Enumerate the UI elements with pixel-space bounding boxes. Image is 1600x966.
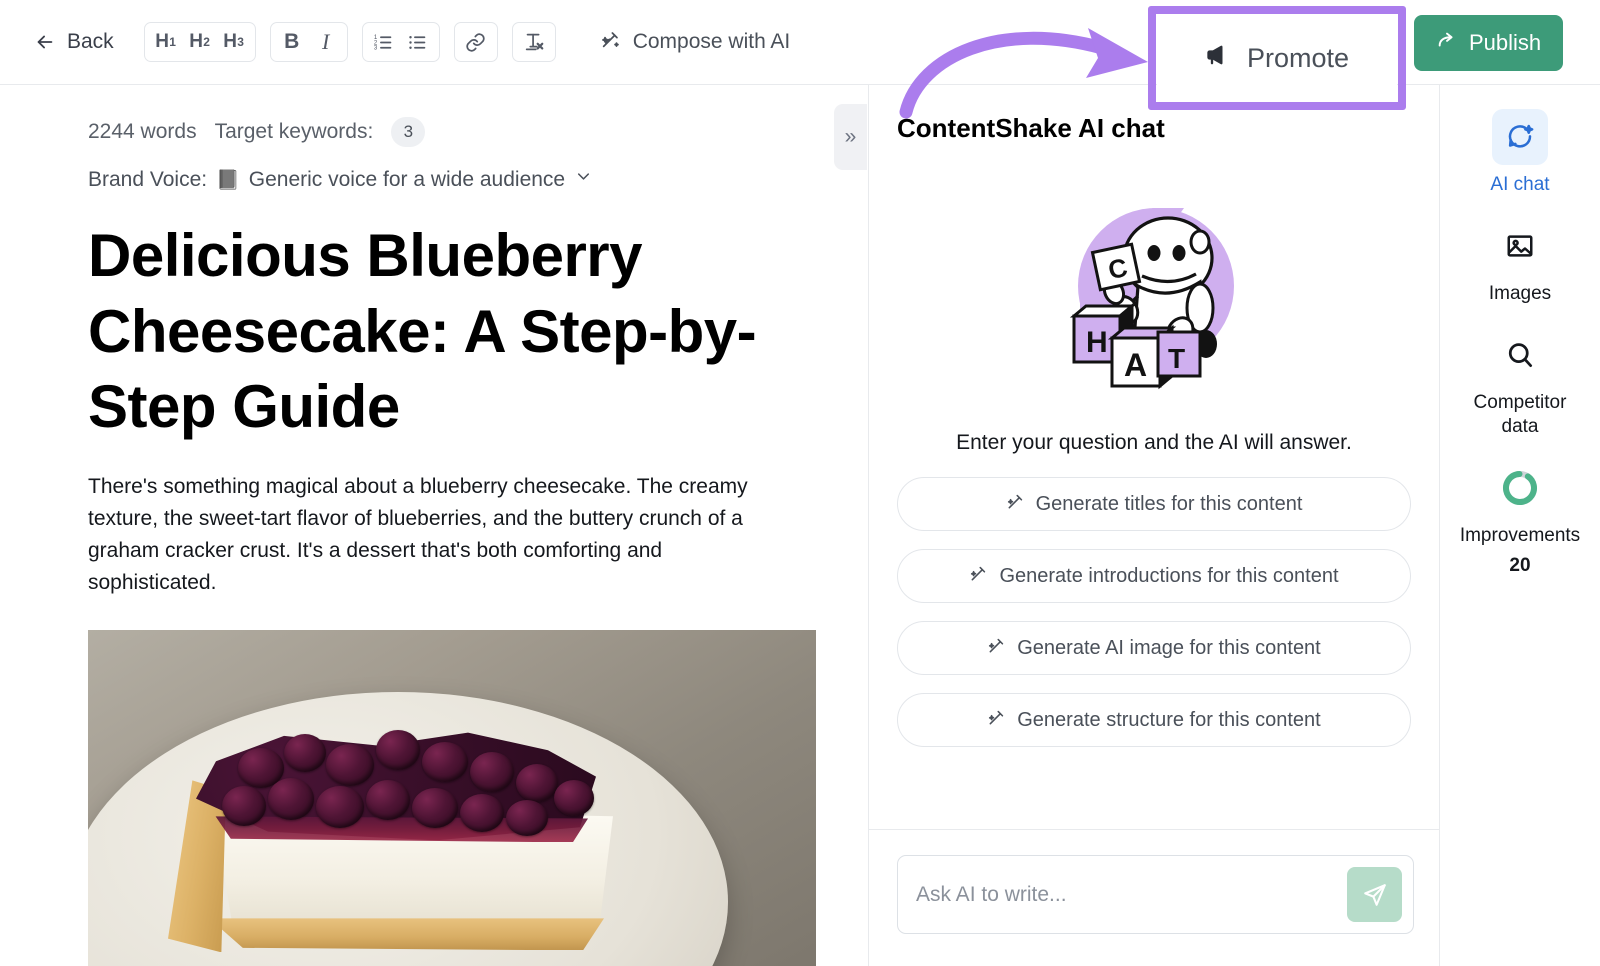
back-label: Back	[67, 30, 114, 53]
chat-hero-illustration: C H A T	[1034, 186, 1274, 411]
collapse-panel-button[interactable]: »	[834, 104, 867, 170]
sidebar-item-ai-chat[interactable]: AI chat	[1455, 109, 1585, 196]
document-image[interactable]	[88, 630, 816, 966]
promote-label: Promote	[1246, 42, 1350, 73]
chat-panel-title: ContentShake AI chat	[897, 113, 1165, 143]
text-style-group: B I	[269, 22, 348, 62]
chat-input-box	[897, 855, 1414, 934]
sidebar-label-ai-chat: AI chat	[1490, 174, 1550, 195]
document-paragraph[interactable]: There's something magical about a bluebe…	[88, 471, 780, 599]
sidebar-item-images[interactable]: Images	[1455, 218, 1585, 305]
progress-donut-icon	[1492, 460, 1548, 516]
suggestion-generate-introductions[interactable]: Generate introductions for this content	[897, 549, 1411, 603]
share-arrow-icon	[1436, 29, 1458, 57]
top-toolbar: Back H1 H2 H3 B I 123 Compose with AI Pr…	[0, 0, 1600, 102]
target-keywords-count[interactable]: 3	[391, 117, 426, 147]
chevron-down-icon	[574, 167, 593, 192]
suggestion-label: Generate AI image for this content	[1017, 636, 1321, 659]
suggestion-generate-structure[interactable]: Generate structure for this content	[897, 693, 1411, 747]
suggestion-label: Generate structure for this content	[1017, 708, 1321, 731]
svg-text:3: 3	[374, 44, 378, 51]
back-arrow-icon	[34, 31, 56, 53]
link-icon[interactable]	[459, 25, 493, 59]
magic-wand-icon	[600, 28, 622, 56]
heading-group: H1 H2 H3	[143, 22, 256, 62]
sidebar-label-competitor-data: Competitor data	[1473, 392, 1567, 437]
image-icon	[1492, 218, 1548, 274]
right-sidebar: AI chat Images Competitor data Improveme…	[1439, 85, 1600, 966]
ai-chat-panel: ContentShake AI chat C H A T Enter your …	[868, 85, 1440, 966]
word-count: 2244 words	[88, 120, 197, 143]
notebook-icon: 📘	[216, 169, 240, 191]
heading-2-button[interactable]: H2	[183, 25, 217, 59]
sidebar-item-improvements[interactable]: Improvements 20	[1455, 460, 1585, 577]
magic-wand-icon	[969, 563, 989, 589]
document-meta: 2244 words Target keywords: 3	[88, 117, 868, 147]
list-group: 123	[361, 22, 440, 62]
heading-3-button[interactable]: H3	[217, 25, 251, 59]
sidebar-item-competitor-data[interactable]: Competitor data	[1455, 327, 1585, 437]
formatting-toolbar: H1 H2 H3 B I 123	[143, 22, 556, 62]
suggestion-label: Generate introductions for this content	[999, 564, 1339, 587]
sidebar-label-images: Images	[1488, 283, 1552, 305]
publish-label: Publish	[1469, 30, 1542, 55]
search-icon	[1492, 327, 1548, 383]
suggestion-generate-titles[interactable]: Generate titles for this content	[897, 477, 1411, 531]
megaphone-icon	[1205, 41, 1233, 76]
magic-wand-icon	[1006, 491, 1026, 517]
chat-input-area	[869, 829, 1440, 966]
cheesecake-crust-base	[209, 918, 604, 951]
chat-input[interactable]	[898, 882, 1347, 907]
clear-format-group	[511, 22, 556, 62]
ai-chat-icon	[1492, 109, 1548, 165]
app-root: Back H1 H2 H3 B I 123 Compose with AI Pr…	[0, 0, 1600, 966]
chat-subtitle: Enter your question and the AI will answ…	[956, 431, 1352, 454]
compose-with-ai-button[interactable]: Compose with AI	[600, 28, 791, 56]
magic-wand-icon	[987, 707, 1007, 733]
ordered-list-icon[interactable]: 123	[367, 25, 401, 59]
italic-button[interactable]: I	[309, 25, 343, 59]
compose-label: Compose with AI	[632, 30, 791, 53]
svg-text:A: A	[1124, 347, 1147, 383]
suggestion-generate-ai-image[interactable]: Generate AI image for this content	[897, 621, 1411, 675]
brand-voice-selector[interactable]: Brand Voice: 📘 Generic voice for a wide …	[88, 167, 868, 192]
target-keywords-label: Target keywords:	[214, 120, 374, 143]
suggestion-label: Generate titles for this content	[1035, 492, 1303, 515]
bullet-list-icon[interactable]	[401, 25, 435, 59]
improvements-count: 20	[1509, 554, 1531, 576]
back-button[interactable]: Back	[34, 30, 114, 54]
svg-text:T: T	[1168, 343, 1185, 374]
sidebar-label-improvements: Improvements	[1459, 524, 1581, 546]
brand-voice-label: Brand Voice:	[88, 167, 208, 191]
send-button[interactable]	[1347, 867, 1402, 922]
document-editor: 2244 words Target keywords: 3 Brand Voic…	[0, 85, 868, 966]
bold-button[interactable]: B	[275, 25, 309, 59]
svg-text:H: H	[1086, 326, 1108, 359]
brand-voice-value: Generic voice for a wide audience	[248, 167, 566, 191]
publish-button[interactable]: Publish	[1414, 15, 1564, 71]
magic-wand-icon	[987, 635, 1007, 661]
page-title[interactable]: Delicious Blueberry Cheesecake: A Step-b…	[88, 218, 780, 445]
clear-formatting-button[interactable]	[517, 25, 551, 59]
chat-suggestions: Generate titles for this content Generat…	[897, 477, 1411, 747]
heading-1-button[interactable]: H1	[149, 25, 183, 59]
link-group	[453, 22, 498, 62]
